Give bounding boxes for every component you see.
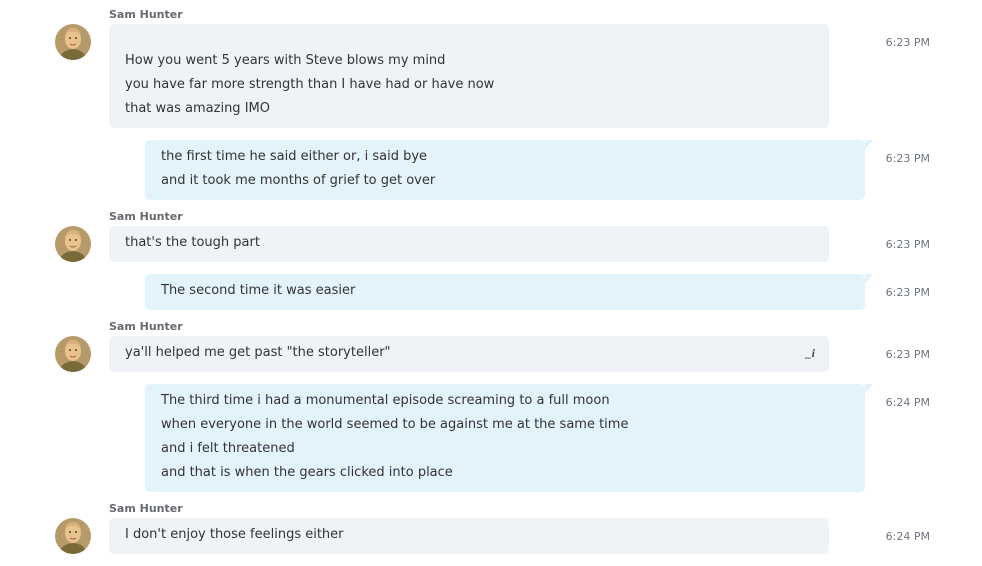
message-line: that was amazing IMO	[125, 101, 270, 116]
message-line: you have far more strength than I have h…	[125, 77, 495, 92]
sender-name: Sam Hunter	[109, 8, 183, 21]
message-line: ya'll helped me get past "the storytelle…	[125, 345, 391, 360]
avatar-photo-icon	[55, 24, 91, 60]
message-line: when everyone in the world seemed to be …	[161, 417, 629, 432]
sender-name: Sam Hunter	[109, 320, 183, 333]
message-line: and it took me months of grief to get ov…	[161, 173, 436, 188]
message-line: that's the tough part	[125, 235, 260, 250]
message-bubble[interactable]: I don't enjoy those feelings either	[109, 518, 829, 554]
avatar-photo-icon	[55, 518, 91, 554]
message-line: the first time he said either or, i said…	[161, 149, 428, 164]
message-bubble[interactable]: ya'll helped me get past "the storytelle…	[109, 336, 829, 372]
message-timestamp: 6:23 PM	[885, 152, 930, 165]
message-timestamp: 6:23 PM	[885, 286, 930, 299]
message-timestamp: 6:23 PM	[885, 238, 930, 251]
message-line: The second time it was easier	[161, 283, 356, 298]
message-bubble[interactable]: that's the tough part	[109, 226, 829, 262]
chat-conversation: Sam Hunter How you went 5 years with Ste…	[0, 0, 982, 566]
sender-avatar[interactable]	[55, 336, 91, 372]
avatar-photo-icon	[55, 226, 91, 262]
sender-name: Sam Hunter	[109, 210, 183, 223]
sender-avatar[interactable]	[55, 226, 91, 262]
message-line: and that is when the gears clicked into …	[161, 465, 453, 480]
message-bubble[interactable]: The third time i had a monumental episod…	[145, 384, 873, 492]
sender-avatar[interactable]	[55, 24, 91, 60]
message-bubble[interactable]: The second time it was easier	[145, 274, 873, 310]
sender-name: Sam Hunter	[109, 502, 183, 515]
edited-icon[interactable]: _i	[806, 346, 815, 361]
message-line: I don't enjoy those feelings either	[125, 527, 344, 542]
message-timestamp: 6:23 PM	[885, 348, 930, 361]
avatar-photo-icon	[55, 336, 91, 372]
message-line: How you went 5 years with Steve blows my…	[125, 53, 446, 68]
message-line: and i felt threatened	[161, 441, 295, 456]
message-timestamp: 6:24 PM	[885, 530, 930, 543]
message-bubble[interactable]: the first time he said either or, i said…	[145, 140, 873, 200]
message-timestamp: 6:24 PM	[885, 396, 930, 409]
message-timestamp: 6:23 PM	[885, 36, 930, 49]
message-line: The third time i had a monumental episod…	[161, 393, 610, 408]
sender-avatar[interactable]	[55, 518, 91, 554]
message-bubble[interactable]: How you went 5 years with Steve blows my…	[109, 24, 829, 128]
